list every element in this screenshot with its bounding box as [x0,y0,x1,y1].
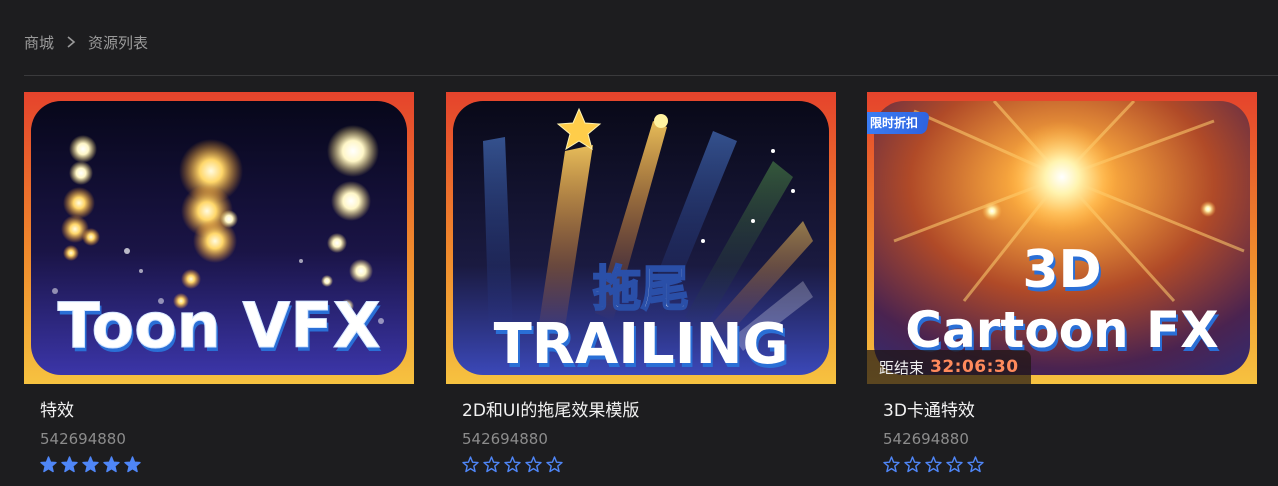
resource-card[interactable]: 3D 3D Cartoon FX Cartoon FX 限时折扣 距结束 32:… [867,92,1257,473]
resource-thumbnail[interactable]: 拖尾 TRAILING TRAILING [446,92,836,384]
star-rating [462,456,836,473]
resource-title[interactable]: 3D卡通特效 [883,400,1257,422]
thumbnail-artwork: Toon VFX Toon VFX [31,101,407,375]
chevron-right-icon [64,35,78,49]
star-outline-icon [546,456,563,473]
discount-badge-label: 限时折扣 [870,116,919,130]
thumbnail-artwork: 拖尾 TRAILING TRAILING [453,101,829,375]
artwork-title-line-1: 3D [1022,240,1101,300]
resource-thumbnail[interactable]: Toon VFX Toon VFX [24,92,414,384]
resource-card[interactable]: Toon VFX Toon VFX 特效 542694880 [24,92,414,473]
star-outline-icon [462,456,479,473]
artwork-title-line-2: TRAILING [494,312,789,375]
resource-id: 542694880 [40,430,126,448]
resource-title[interactable]: 2D和UI的拖尾效果模版 [462,400,836,422]
star-rating [883,456,1257,473]
star-filled-icon [40,456,57,473]
breadcrumb-current: 资源列表 [88,33,149,52]
star-outline-icon [925,456,942,473]
resource-id: 542694880 [462,430,548,448]
artwork-title-line-1: 拖尾 [593,261,689,317]
star-rating [40,456,414,473]
thumbnail-artwork: 3D 3D Cartoon FX Cartoon FX [874,101,1250,375]
star-outline-icon [883,456,900,473]
countdown-label: 距结束 [879,358,925,377]
star-filled-icon [82,456,99,473]
star-outline-icon [967,456,984,473]
star-outline-icon [946,456,963,473]
resource-id: 542694880 [883,430,969,448]
breadcrumb-home[interactable]: 商城 [24,32,54,53]
resource-thumbnail[interactable]: 3D 3D Cartoon FX Cartoon FX 限时折扣 距结束 32:… [867,92,1257,384]
star-outline-icon [483,456,500,473]
resource-title[interactable]: 特效 [40,400,414,422]
star-outline-icon [904,456,921,473]
star-filled-icon [61,456,78,473]
star-outline-icon [504,456,521,473]
countdown-time: 32:06:30 [930,357,1019,377]
artwork-title-line-1: Toon VFX [57,289,380,362]
countdown-timer: 距结束 32:06:30 [867,350,1031,384]
header-divider [24,75,1278,76]
star-filled-icon [103,456,120,473]
resource-card[interactable]: 拖尾 TRAILING TRAILING 2D和UI的拖尾效果模版 542694… [446,92,836,473]
breadcrumb: 商城 资源列表 [24,31,148,53]
discount-badge: 限时折扣 [867,112,930,134]
star-filled-icon [124,456,141,473]
star-outline-icon [525,456,542,473]
